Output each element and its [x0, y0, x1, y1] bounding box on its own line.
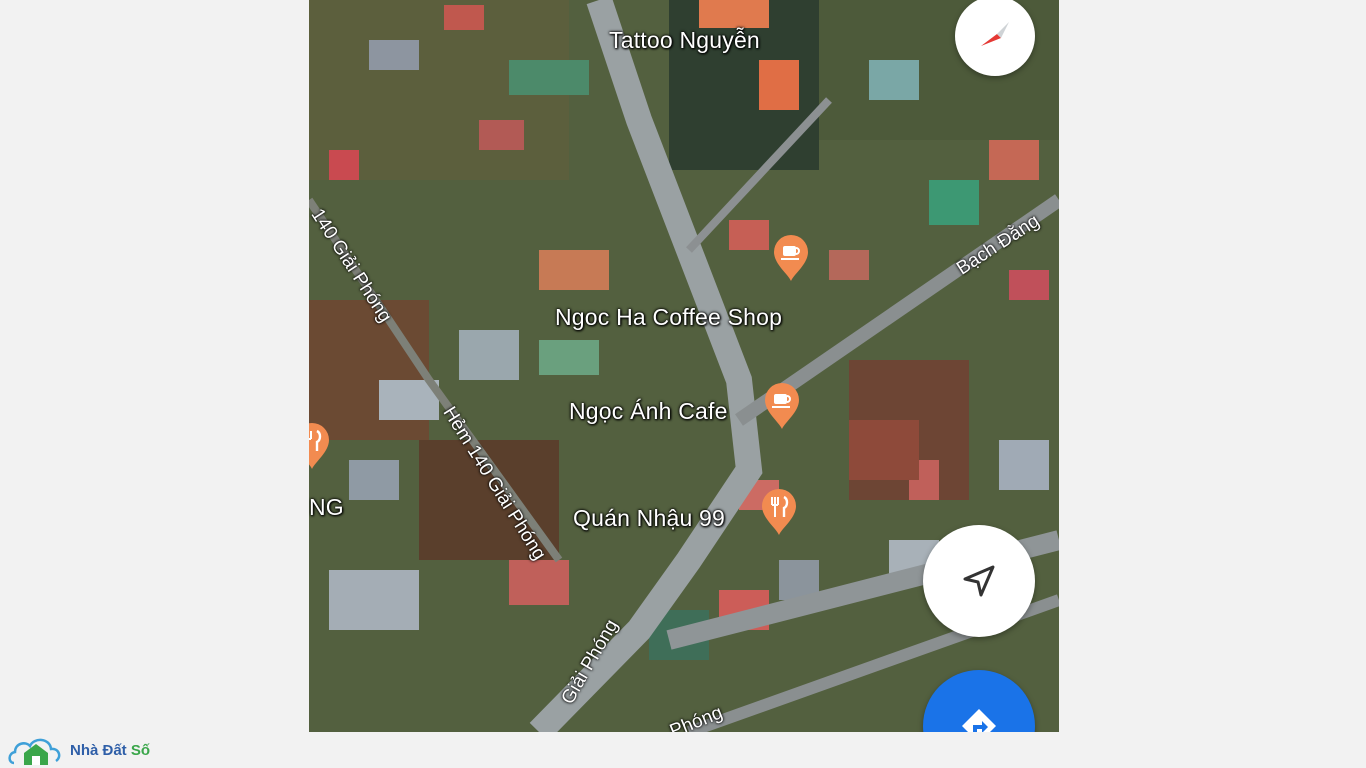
restaurant-pin-icon[interactable] — [309, 422, 331, 470]
logo-text-main: Nhà Đất — [70, 741, 131, 759]
place-label-ngoc-ha-coffee[interactable]: Ngoc Ha Coffee Shop — [555, 304, 782, 331]
place-label-quan-nhau-99[interactable]: Quán Nhậu 99 — [573, 505, 725, 532]
coffee-pin-icon[interactable] — [763, 382, 801, 430]
place-label-tattoo[interactable]: Tattoo Nguyễn — [609, 27, 760, 54]
restaurant-pin-icon[interactable] — [760, 488, 798, 536]
place-label-ng[interactable]: NG — [309, 494, 344, 521]
my-location-button[interactable] — [923, 525, 1035, 637]
nha-dat-so-logo: Nhà Đất Số — [6, 732, 150, 768]
logo-text: Nhà Đất Số — [70, 742, 150, 759]
compass-icon — [981, 22, 1009, 46]
satellite-map[interactable]: Tattoo Nguyễn Ngoc Ha Coffee Shop Ngọc Á… — [309, 0, 1059, 732]
logo-text-accent: Số — [130, 741, 151, 759]
navigation-arrow-icon — [963, 565, 995, 597]
directions-icon — [962, 709, 996, 732]
house-cloud-icon — [8, 738, 61, 765]
coffee-pin-icon[interactable] — [772, 234, 810, 282]
place-label-ngoc-anh-cafe[interactable]: Ngọc Ánh Cafe — [569, 398, 728, 425]
